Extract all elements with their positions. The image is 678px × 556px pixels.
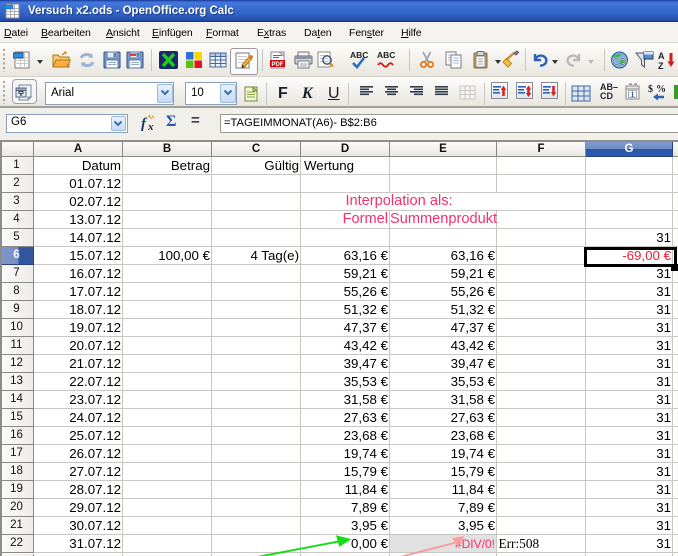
svg-text:1: 1 bbox=[631, 90, 635, 99]
svg-text:%: % bbox=[656, 84, 666, 95]
svg-text:x: x bbox=[147, 121, 154, 132]
svg-text:ABC: ABC bbox=[350, 50, 368, 60]
svg-text:$: $ bbox=[648, 84, 653, 95]
svg-text:Z: Z bbox=[658, 61, 664, 70]
svg-text:f: f bbox=[141, 116, 148, 132]
svg-text:ABC: ABC bbox=[377, 50, 395, 60]
svg-text:PDF: PDF bbox=[272, 62, 284, 68]
svg-text:A: A bbox=[658, 51, 665, 61]
